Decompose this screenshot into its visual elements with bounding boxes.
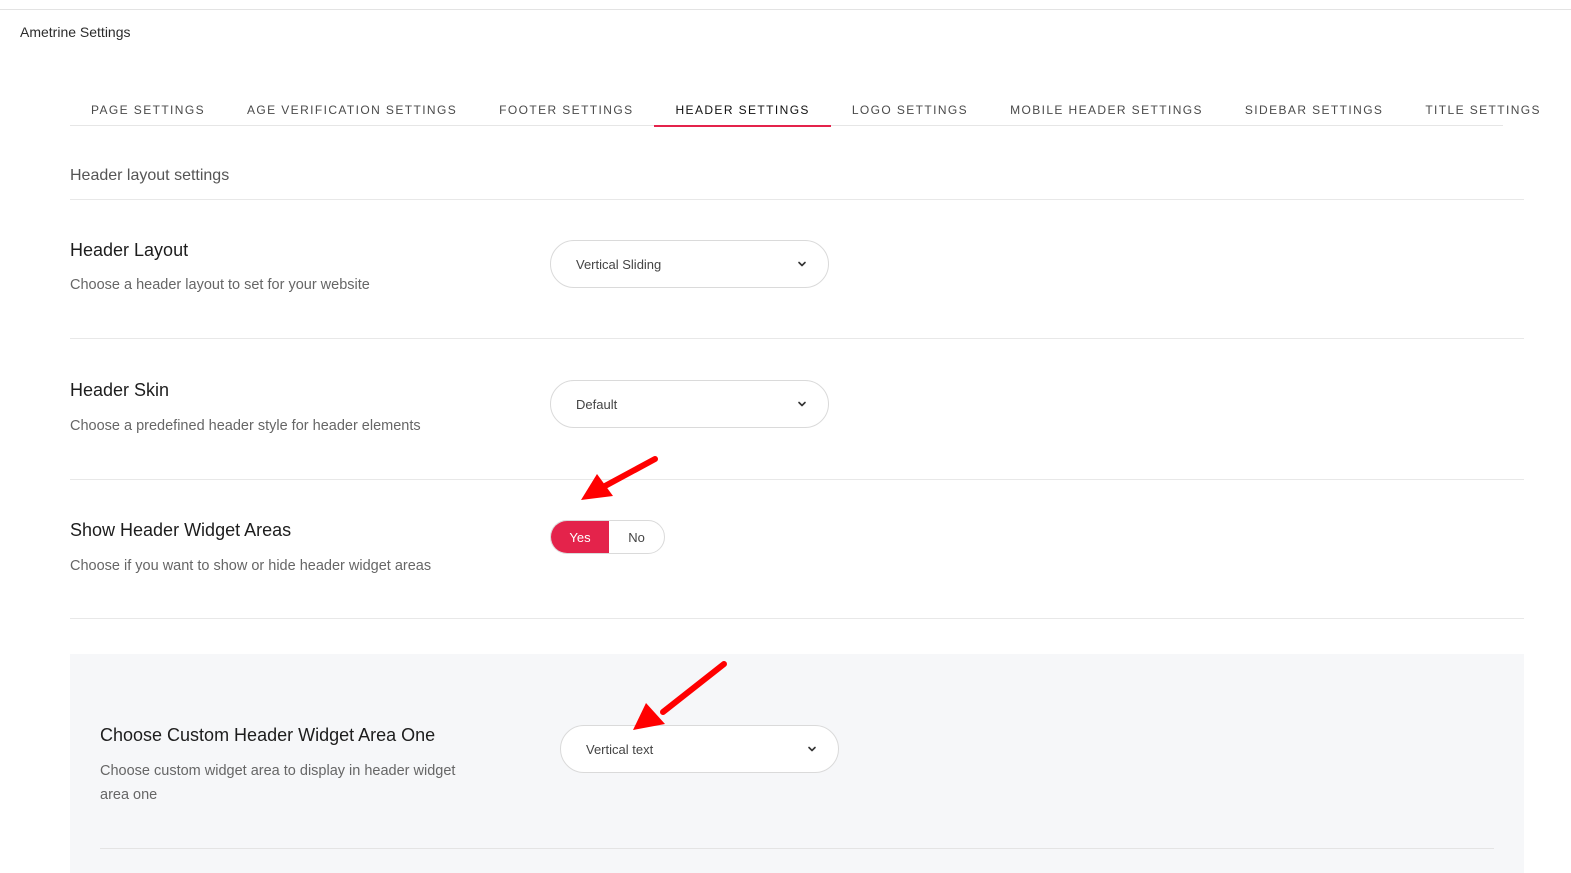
chevron-down-icon [798,401,806,407]
header-skin-description: Choose a predefined header style for hea… [70,418,421,434]
section-title: Header layout settings [70,167,230,184]
custom-widget-one-description: Choose custom widget area to display in … [100,759,455,807]
header-layout-description: Choose a header layout to set for your w… [70,277,370,293]
top-divider [0,9,1571,10]
header-skin-label: Header Skin [70,380,170,400]
custom-widget-one-description-line1: Choose custom widget area to display in … [100,763,456,779]
header-layout-label: Header Layout [70,240,189,260]
toggle-no-option[interactable]: No [609,521,664,553]
section-divider [70,199,1524,200]
tab-title-settings[interactable]: TITLE SETTINGS [1404,95,1562,126]
settings-tabs: PAGE SETTINGS AGE VERIFICATION SETTINGS … [70,95,1540,127]
tab-footer-settings[interactable]: FOOTER SETTINGS [478,95,654,126]
chevron-down-icon [808,746,816,752]
header-layout-value: Vertical Sliding [576,256,662,272]
chevron-down-icon [798,261,806,267]
custom-widget-one-label: Choose Custom Header Widget Area One [100,725,436,745]
custom-widget-one-value: Vertical text [586,741,654,757]
custom-widget-one-description-line2: area one [100,787,158,803]
tab-sidebar-settings[interactable]: SIDEBAR SETTINGS [1224,95,1404,126]
row-divider [70,338,1524,339]
header-skin-value: Default [576,396,618,412]
app-title: Ametrine Settings [20,24,131,40]
panel-divider [100,848,1494,849]
red-arrow-icon [581,456,658,500]
widget-areas-toggle[interactable]: Yes No [550,520,665,554]
tab-logo-settings[interactable]: LOGO SETTINGS [831,95,989,126]
header-layout-select[interactable]: Vertical Sliding [550,240,829,288]
tab-header-settings[interactable]: HEADER SETTINGS [654,95,832,127]
tab-mobile-header-settings[interactable]: MOBILE HEADER SETTINGS [989,95,1224,126]
tab-page-settings[interactable]: PAGE SETTINGS [70,95,226,126]
row-divider [70,479,1524,480]
widget-areas-description: Choose if you want to show or hide heade… [70,558,432,574]
row-divider [70,618,1524,619]
toggle-yes-option[interactable]: Yes [551,521,609,553]
red-arrow-icon [633,661,727,730]
widget-areas-label: Show Header Widget Areas [70,520,292,540]
tab-age-verification-settings[interactable]: AGE VERIFICATION SETTINGS [226,95,478,126]
header-skin-select[interactable]: Default [550,380,829,428]
